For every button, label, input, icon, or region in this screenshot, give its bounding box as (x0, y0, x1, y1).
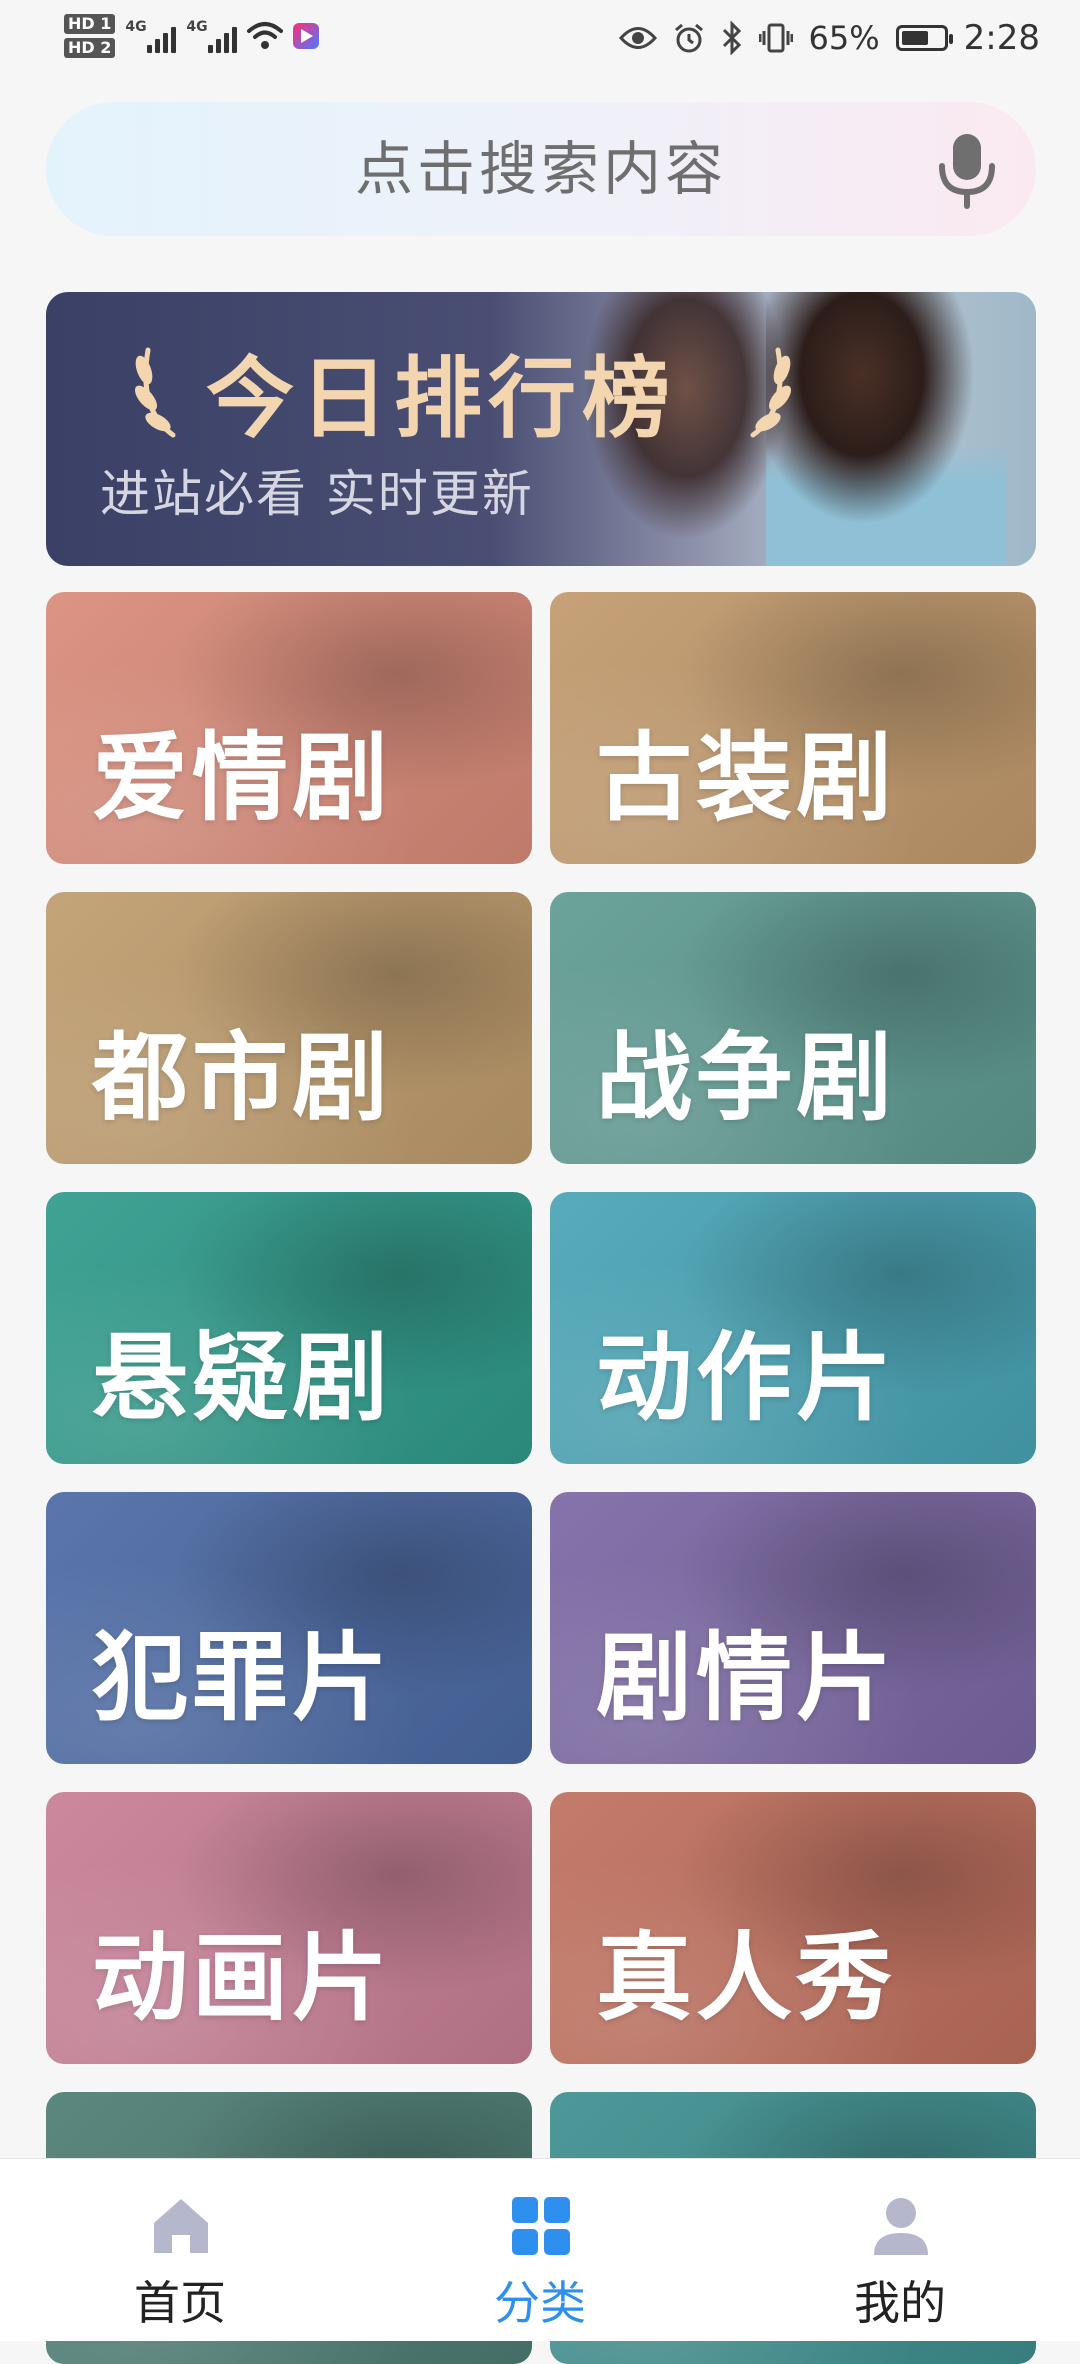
category-tile[interactable]: 动画片 (46, 1792, 532, 2064)
category-tile-label: 动作片 (596, 1322, 896, 1434)
signal-icon-2: 4G (186, 19, 238, 53)
category-tile[interactable]: 真人秀 (550, 1792, 1036, 2064)
home-icon (154, 2199, 208, 2253)
laurel-left-icon (134, 347, 176, 438)
category-tile-label: 战争剧 (596, 1022, 896, 1134)
category-tile-label: 古装剧 (596, 722, 896, 834)
category-tile[interactable]: 战争剧 (550, 892, 1036, 1164)
hd1-indicator: HD 1 (64, 14, 116, 34)
status-bar: HD 1 HD 2 4G 4G 65% 2:28 (0, 0, 1080, 80)
search-placeholder: 点击搜索内容 (354, 135, 727, 203)
network-type-2: 4G (186, 19, 208, 35)
hd-indicators: HD 1 HD 2 (64, 14, 116, 58)
category-tile-label: 动画片 (92, 1922, 392, 2034)
category-tile-label: 真人秀 (596, 1922, 896, 2034)
category-tile[interactable]: 悬疑剧 (46, 1192, 532, 1464)
wifi-icon (247, 22, 284, 49)
category-tile-label: 悬疑剧 (92, 1322, 392, 1434)
ranking-banner[interactable]: 今日排行榜 进站必看 实时更新 (46, 292, 1036, 566)
hd2-indicator: HD 2 (64, 38, 116, 58)
battery-percent: 65% (808, 19, 880, 57)
vibrate-icon (758, 23, 793, 53)
category-tile[interactable]: 古装剧 (550, 592, 1036, 864)
alarm-icon (674, 23, 703, 53)
microphone-icon[interactable] (936, 132, 998, 210)
network-type-1: 4G (125, 19, 147, 35)
status-right: 65% 2:28 (618, 10, 1040, 66)
banner-title: 今日排行榜 (206, 347, 677, 450)
search-bar[interactable]: 点击搜索内容 (46, 102, 1036, 236)
category-tile[interactable]: 爱情剧 (46, 592, 532, 864)
nav-category-label: 分类 (494, 2276, 586, 2330)
profile-icon (874, 2198, 928, 2255)
nav-profile-label: 我的 (854, 2276, 946, 2330)
battery-fill (901, 31, 928, 45)
category-tile[interactable]: 都市剧 (46, 892, 532, 1164)
category-tile-label: 犯罪片 (92, 1622, 392, 1734)
category-tile-label: 剧情片 (596, 1622, 896, 1734)
category-tile-label: 都市剧 (92, 1022, 392, 1134)
eye-icon (618, 27, 657, 49)
nav-category[interactable]: 分类 (420, 2159, 660, 2341)
nav-home-label: 首页 (134, 2276, 226, 2330)
nav-home[interactable]: 首页 (60, 2159, 300, 2341)
category-tile[interactable]: 剧情片 (550, 1492, 1036, 1764)
category-grid-icon (512, 2197, 570, 2255)
category-tile[interactable]: 犯罪片 (46, 1492, 532, 1764)
category-tile-label: 爱情剧 (92, 722, 392, 834)
status-left: HD 1 HD 2 4G 4G (64, 6, 320, 66)
signal-icon-1: 4G (125, 19, 177, 53)
bottom-nav: 首页 分类 我的 (0, 2158, 1080, 2341)
banner-subtitle: 进站必看 实时更新 (100, 465, 534, 523)
battery-icon (895, 25, 953, 51)
nav-profile[interactable]: 我的 (780, 2159, 1020, 2341)
youku-app-icon (293, 23, 320, 49)
clock: 2:28 (963, 18, 1040, 58)
category-tile[interactable]: 动作片 (550, 1192, 1036, 1464)
bluetooth-icon (722, 21, 741, 55)
laurel-right-icon (750, 347, 792, 438)
